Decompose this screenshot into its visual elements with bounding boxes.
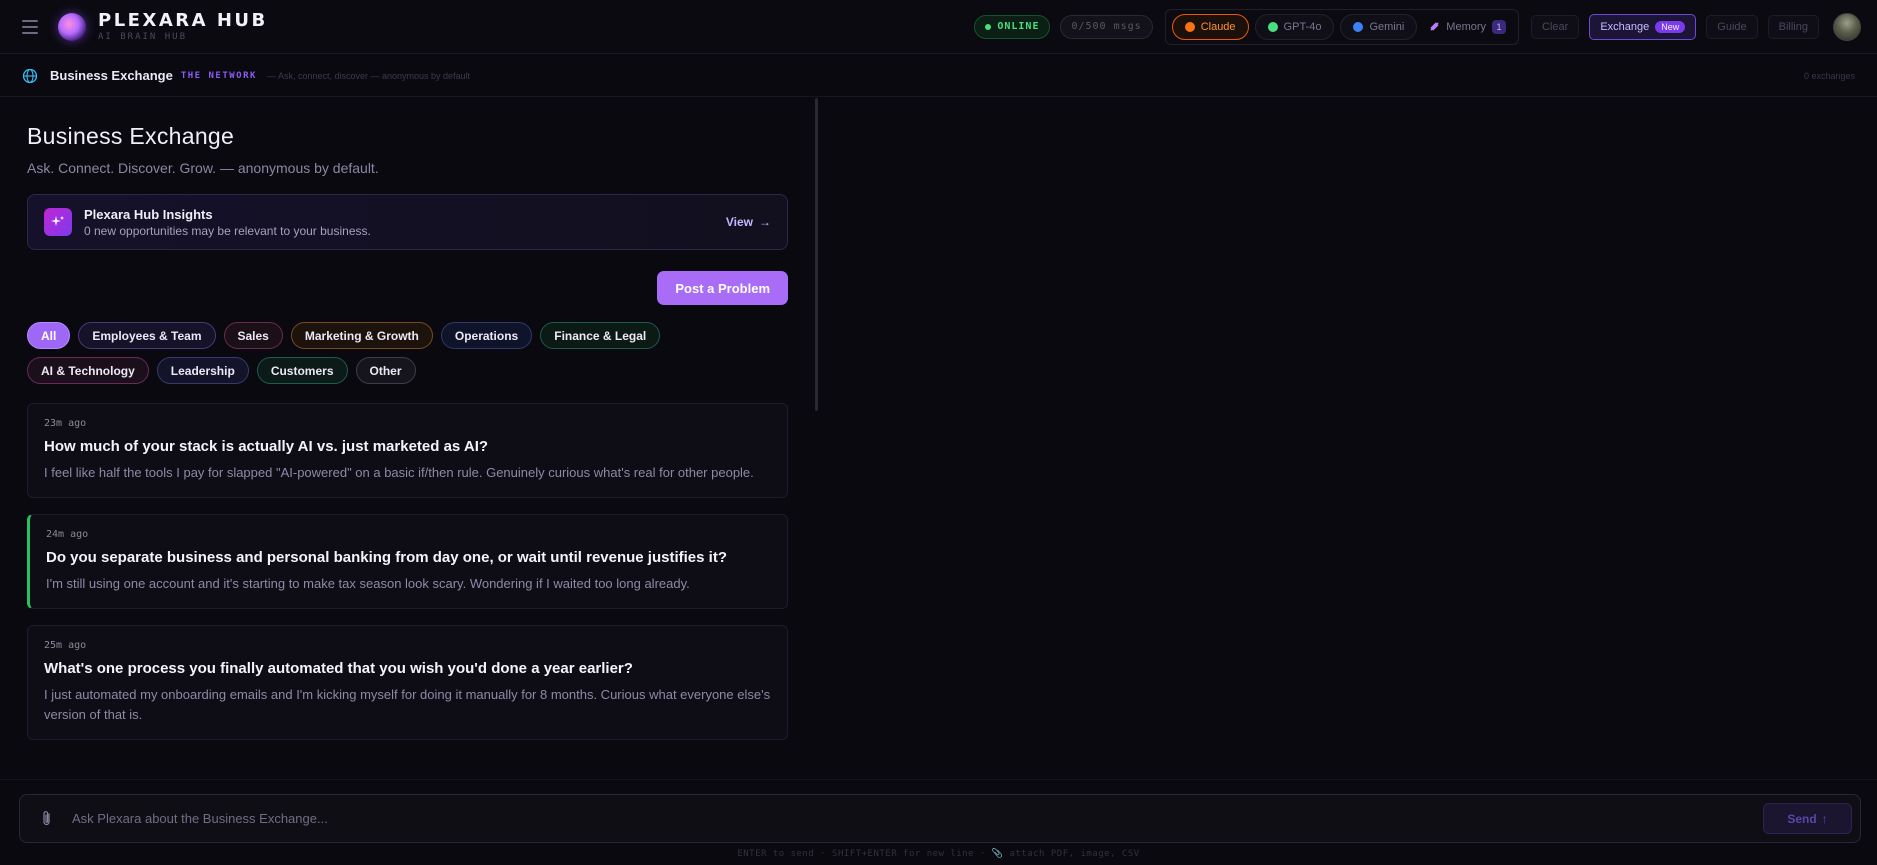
send-button[interactable]: Send ↑ <box>1763 803 1852 834</box>
gpt-icon <box>1267 21 1278 32</box>
model-gpt4o-button[interactable]: GPT-4o <box>1254 13 1335 40</box>
insights-title: Plexara Hub Insights <box>84 206 213 222</box>
sparkle-icon <box>44 208 72 236</box>
arrow-right-icon: → <box>759 215 771 229</box>
model-gemini-button[interactable]: Gemini <box>1340 13 1418 40</box>
post-body: I just automated my onboarding emails an… <box>44 687 771 722</box>
filter-all[interactable]: All <box>27 322 71 349</box>
insights-view-link[interactable]: View → <box>726 215 771 229</box>
model-label: Claude <box>1200 20 1236 33</box>
status-dot-icon <box>985 23 992 30</box>
filter-operations[interactable]: Operations <box>440 322 533 349</box>
page-subtitle: Ask. Connect. Discover. Grow. — anonymou… <box>27 160 379 176</box>
scrollbar[interactable] <box>815 98 818 411</box>
post-card[interactable]: 23m ago How much of your stack is actual… <box>27 403 788 498</box>
post-list: 23m ago How much of your stack is actual… <box>27 403 788 740</box>
gemini-icon <box>1353 21 1364 32</box>
divider <box>0 779 1877 780</box>
arrow-up-icon: ↑ <box>1821 811 1828 826</box>
model-label: Gemini <box>1369 20 1405 33</box>
network-label: THE NETWORK <box>180 70 257 81</box>
post-card[interactable]: 24m ago Do you separate business and per… <box>27 514 788 609</box>
chat-composer: Send ↑ <box>19 794 1861 843</box>
logo-icon <box>58 12 86 41</box>
filter-ai-technology[interactable]: AI & Technology <box>27 357 149 384</box>
category-filters: All Employees & Team Sales Marketing & G… <box>27 322 787 384</box>
post-timestamp: 24m ago <box>46 529 89 540</box>
message-counter: 0/500 msgs <box>1060 14 1153 39</box>
model-claude-button[interactable]: Claude <box>1171 13 1249 40</box>
section-title: Business Exchange <box>50 68 173 83</box>
new-badge: New <box>1655 20 1686 33</box>
exchange-panel: Business Exchange Ask. Connect. Discover… <box>27 98 788 770</box>
guide-button[interactable]: Guide <box>1706 14 1758 39</box>
globe-icon <box>22 68 38 83</box>
status-badge: ONLINE <box>974 14 1051 39</box>
model-label: GPT-4o <box>1283 20 1322 33</box>
filter-employees-team[interactable]: Employees & Team <box>78 322 216 349</box>
post-timestamp: 25m ago <box>44 640 87 651</box>
filter-finance-legal[interactable]: Finance & Legal <box>540 322 661 349</box>
memory-button[interactable]: Memory 1 <box>1423 14 1512 40</box>
section-tagline: — Ask, connect, discover — anonymous by … <box>266 70 471 81</box>
brand-subtitle: AI BRAIN HUB <box>98 31 188 42</box>
post-body: I feel like half the tools I pay for sla… <box>44 465 754 480</box>
menu-icon[interactable] <box>22 19 38 34</box>
avatar[interactable] <box>1833 12 1861 41</box>
post-title: What's one process you finally automated… <box>44 660 633 677</box>
post-timestamp: 23m ago <box>44 418 87 429</box>
clear-button[interactable]: Clear <box>1531 14 1580 39</box>
memory-icon <box>1430 22 1439 31</box>
memory-count-badge: 1 <box>1492 19 1507 34</box>
brand: PLEXARA HUB AI BRAIN HUB <box>98 9 268 42</box>
filter-leadership[interactable]: Leadership <box>156 357 249 384</box>
exchange-count: 0 exchanges <box>1803 70 1855 81</box>
header-controls: ONLINE 0/500 msgs Claude GPT-4o Gemini M… <box>974 8 1861 45</box>
exchange-label: Exchange <box>1600 20 1650 33</box>
post-title: How much of your stack is actually AI vs… <box>44 438 489 455</box>
filter-sales[interactable]: Sales <box>223 322 283 349</box>
post-problem-button[interactable]: Post a Problem <box>657 271 788 305</box>
memory-label: Memory <box>1446 20 1487 33</box>
chat-input[interactable] <box>72 811 1763 826</box>
exchange-button[interactable]: Exchange New <box>1589 13 1697 40</box>
insights-description: 0 new opportunities may be relevant to y… <box>84 223 371 238</box>
post-card[interactable]: 25m ago What's one process you finally a… <box>27 625 788 740</box>
send-label: Send <box>1787 811 1817 826</box>
sub-header: Business Exchange THE NETWORK — Ask, con… <box>0 55 1877 97</box>
paperclip-icon[interactable] <box>40 810 54 828</box>
composer-hint: ENTER to send · SHIFT+ENTER for new line… <box>737 849 1140 859</box>
page-title: Business Exchange <box>27 123 235 149</box>
model-selector: Claude GPT-4o Gemini Memory 1 <box>1164 8 1520 45</box>
filter-marketing-growth[interactable]: Marketing & Growth <box>290 322 433 349</box>
filter-customers[interactable]: Customers <box>256 357 348 384</box>
insights-card: Plexara Hub Insights 0 new opportunities… <box>27 194 788 250</box>
claude-icon <box>1184 21 1195 32</box>
status-label: ONLINE <box>997 21 1040 32</box>
view-label: View <box>725 215 753 229</box>
top-header: PLEXARA HUB AI BRAIN HUB ONLINE 0/500 ms… <box>0 0 1877 54</box>
post-body: I'm still using one account and it's sta… <box>46 576 690 591</box>
billing-button[interactable]: Billing <box>1767 14 1819 39</box>
brand-name: PLEXARA HUB <box>98 9 268 31</box>
post-title: Do you separate business and personal ba… <box>46 549 727 566</box>
filter-other[interactable]: Other <box>355 357 416 384</box>
